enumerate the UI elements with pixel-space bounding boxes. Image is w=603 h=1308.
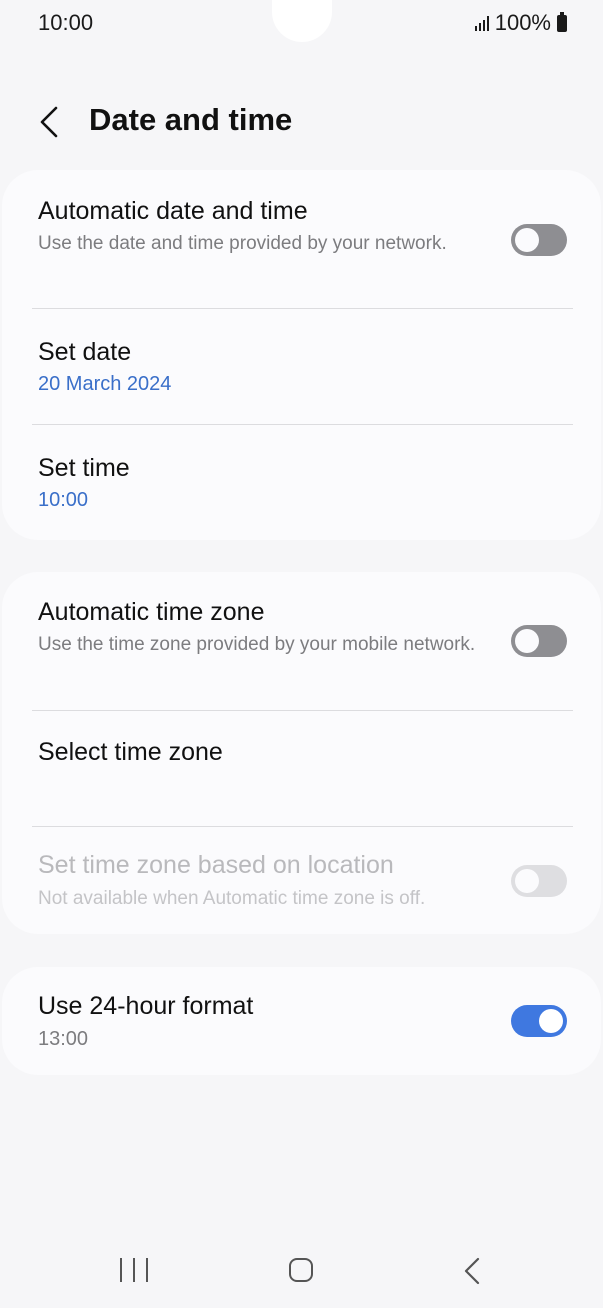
automatic-date-time-title: Automatic date and time [38, 197, 308, 225]
use-24-hour-value: 13:00 [38, 1028, 89, 1050]
status-bar: 10:00 100% [0, 0, 603, 50]
status-time: 10:00 [38, 10, 94, 35]
set-time-value: 10:00 [38, 489, 89, 511]
page-title: Date and time [89, 102, 293, 137]
back-icon[interactable] [460, 1256, 484, 1286]
screen: 10:00 100% Date and time Automatic date … [0, 0, 603, 1308]
header: Date and time [0, 88, 603, 154]
battery-percent: 100% [494, 10, 551, 35]
set-date-title: Set date [38, 338, 132, 366]
automatic-date-time-subtitle: Use the date and time provided by your n… [38, 233, 447, 254]
set-time-title: Set time [38, 454, 130, 482]
chevron-left-icon[interactable] [34, 102, 64, 142]
navigation-bar [0, 1240, 603, 1304]
set-date-row[interactable]: Set date 20 March 2024 [2, 309, 601, 424]
automatic-time-zone-title: Automatic time zone [38, 598, 265, 626]
toggle-knob [515, 629, 539, 653]
signal-icon [474, 15, 489, 31]
location-time-zone-subtitle: Not available when Automatic time zone i… [38, 888, 426, 909]
toggle-knob [515, 228, 539, 252]
toggle-knob [539, 1009, 563, 1033]
use-24-hour-title: Use 24-hour format [38, 992, 254, 1020]
recent-apps-icon[interactable] [120, 1258, 148, 1284]
automatic-time-zone-subtitle: Use the time zone provided by your mobil… [38, 634, 476, 655]
use-24-hour-row[interactable]: Use 24-hour format 13:00 [2, 967, 601, 1075]
use-24-hour-toggle[interactable] [511, 1005, 567, 1037]
set-date-value: 20 March 2024 [38, 373, 172, 395]
hour-format-card: Use 24-hour format 13:00 [2, 967, 601, 1075]
select-time-zone-row[interactable]: Select time zone [2, 711, 601, 826]
automatic-time-zone-row[interactable]: Automatic time zone Use the time zone pr… [2, 572, 601, 710]
toggle-knob [515, 869, 539, 893]
location-time-zone-row: Set time zone based on location Not avai… [2, 827, 601, 934]
automatic-time-zone-toggle[interactable] [511, 625, 567, 657]
battery-icon [557, 11, 567, 32]
automatic-date-time-row[interactable]: Automatic date and time Use the date and… [2, 170, 601, 308]
location-time-zone-title: Set time zone based on location [38, 851, 394, 879]
set-time-row[interactable]: Set time 10:00 [2, 425, 601, 540]
location-time-zone-toggle [511, 865, 567, 897]
select-time-zone-title: Select time zone [38, 738, 223, 766]
home-icon[interactable] [289, 1258, 313, 1282]
date-time-card: Automatic date and time Use the date and… [2, 170, 601, 540]
camera-notch [272, 0, 332, 42]
status-icons: 100% [474, 10, 567, 36]
time-zone-card: Automatic time zone Use the time zone pr… [2, 572, 601, 934]
automatic-date-time-toggle[interactable] [511, 224, 567, 256]
